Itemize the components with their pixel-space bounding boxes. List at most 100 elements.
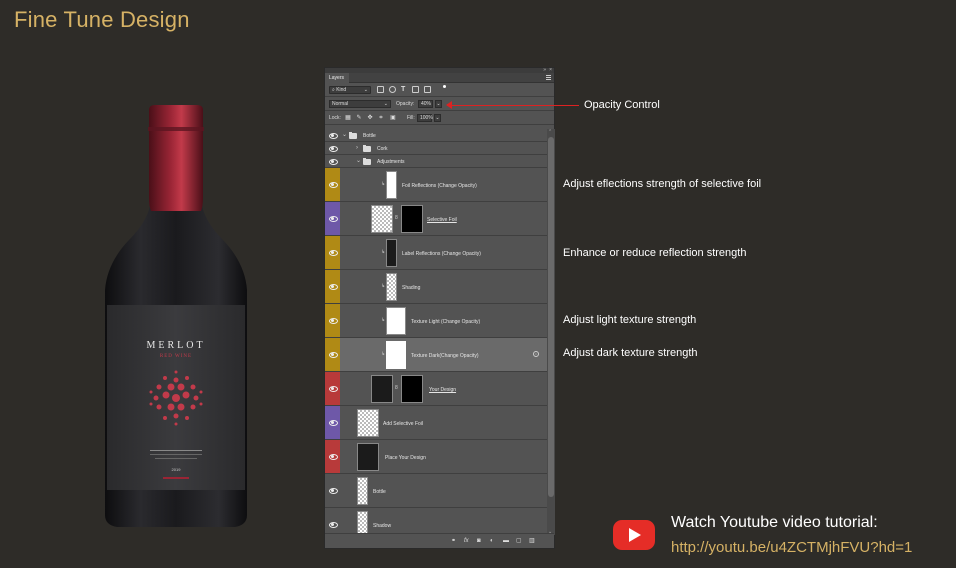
youtube-link[interactable]: http://youtu.be/u4ZCTMjhFVU?hd=1: [671, 539, 912, 556]
layer-row-add-selective-foil[interactable]: Add Selective Foil: [325, 406, 547, 440]
layer-name: Bottle: [363, 133, 376, 139]
page-title: Fine Tune Design: [14, 7, 190, 32]
eye-icon[interactable]: [329, 487, 338, 494]
blend-mode-select[interactable]: Normal ⌄: [329, 100, 391, 108]
eye-icon[interactable]: [329, 145, 338, 152]
clip-arrow-icon: ↳: [381, 317, 386, 323]
layer-thumbnail: [357, 409, 379, 437]
layer-name: Bottle: [373, 489, 386, 495]
layer-row-selective-foil[interactable]: 8 Selective Foil: [325, 202, 547, 236]
smart-object-filter-icon[interactable]: [424, 86, 431, 93]
layer-name: Shadow: [373, 523, 392, 529]
lock-artboard-icon[interactable]: ⌗: [378, 115, 384, 121]
adjustment-icon[interactable]: ◐: [490, 538, 494, 544]
layer-name: Adjustments: [377, 159, 405, 165]
chevron-down-icon: ⌄: [383, 101, 388, 107]
layer-row-adjustments[interactable]: ⌄ Adjustments: [325, 155, 547, 168]
eye-icon[interactable]: [329, 419, 338, 426]
eye-icon[interactable]: [329, 158, 338, 165]
folder-icon: [363, 145, 371, 152]
fill-input[interactable]: 100%: [417, 114, 433, 122]
chain-link-icon[interactable]: 8: [395, 215, 398, 221]
fill-dropdown-icon[interactable]: ⌄: [434, 114, 441, 122]
layer-thumbnail: [386, 307, 406, 335]
chain-link-icon[interactable]: 8: [395, 385, 398, 391]
blend-row: Normal ⌄ Opacity: 40% ⌄: [325, 97, 554, 111]
layer-name: Add Selective Foil: [383, 421, 424, 427]
kind-filter-select[interactable]: ⌕ Kind ⌄: [329, 86, 371, 94]
youtube-icon[interactable]: [613, 520, 655, 550]
layer-row-texture-dark[interactable]: ↳ Texture Dark(Change Opacity) •: [325, 338, 547, 372]
shape-filter-icon[interactable]: [412, 86, 419, 93]
layer-name: Texture Dark(Change Opacity): [411, 353, 479, 359]
adjustment-filter-icon[interactable]: [389, 86, 396, 93]
opacity-dropdown-icon[interactable]: ⌄: [435, 100, 442, 108]
bottle-brand: MERLOT: [146, 340, 205, 351]
layers-footer: ⚭ fx ◙ ◐ ▬ ▢ ▥: [325, 533, 554, 548]
eye-icon[interactable]: [329, 521, 338, 528]
layer-row-label-reflections[interactable]: ↳ Label Reflections (Change Opacity): [325, 236, 547, 270]
opacity-input[interactable]: 40%: [418, 100, 433, 108]
pixel-filter-icon[interactable]: [377, 86, 384, 93]
folder-icon: [349, 132, 357, 139]
fill-label: Fill:: [407, 115, 415, 121]
layer-effects-icon[interactable]: •: [533, 351, 539, 357]
lock-row: Lock: ▦ ✎ ✥ ⌗ ▣ Fill: 100% ⌄: [325, 111, 554, 125]
type-filter-icon[interactable]: T: [401, 86, 408, 93]
annotation-foil: Adjust eflections strength of selective …: [563, 178, 762, 190]
layer-name: Texture Light (Change Opacity): [411, 319, 481, 325]
bottle-year: 2019: [172, 467, 182, 472]
arrow-line: [448, 105, 579, 106]
layer-name: Cork: [377, 146, 388, 152]
layer-row-bottle[interactable]: Bottle: [325, 474, 547, 508]
layer-thumbnail: [357, 443, 379, 471]
layer-list: ⌄ Bottle › Cork ⌄ Adjustments ↳ Foil Ref…: [325, 129, 547, 535]
eye-icon[interactable]: [329, 283, 338, 290]
new-layer-icon[interactable]: ▢: [516, 538, 522, 544]
mask-icon[interactable]: ◙: [477, 538, 481, 544]
eye-icon[interactable]: [329, 317, 338, 324]
eye-icon[interactable]: [329, 249, 338, 256]
layer-row-texture-light[interactable]: ↳ Texture Light (Change Opacity): [325, 304, 547, 338]
mask-thumbnail: [401, 375, 423, 403]
chevron-down-icon[interactable]: ⌄: [356, 158, 361, 164]
eye-icon[interactable]: [329, 215, 338, 222]
lock-label: Lock:: [329, 115, 341, 121]
clip-arrow-icon: ↳: [381, 351, 386, 357]
layers-scrollbar[interactable]: ⌃ ⌄: [547, 129, 555, 535]
layer-row-your-design[interactable]: 8 Your Design: [325, 372, 547, 406]
layer-name: Foil Reflections (Change Opacity): [402, 183, 477, 189]
lock-move-icon[interactable]: ✥: [367, 115, 373, 121]
eye-icon[interactable]: [329, 385, 338, 392]
folder-icon: [363, 158, 371, 165]
layer-row-foil-reflections[interactable]: ↳ Foil Reflections (Change Opacity): [325, 168, 547, 202]
trash-icon[interactable]: ▥: [529, 538, 535, 544]
layer-row-place-your-design[interactable]: Place Your Design: [325, 440, 547, 474]
layer-row-cork[interactable]: › Cork: [325, 142, 547, 155]
chevron-right-icon[interactable]: ›: [356, 145, 358, 151]
clip-arrow-icon: ↳: [381, 249, 386, 255]
lock-all-icon[interactable]: ▣: [390, 115, 396, 121]
fx-icon[interactable]: fx: [464, 538, 469, 544]
lock-transparent-icon[interactable]: ▦: [345, 115, 351, 121]
kind-label: Kind: [336, 87, 347, 93]
annotation-reflection: Enhance or reduce reflection strength: [563, 247, 747, 259]
eye-icon[interactable]: [329, 181, 338, 188]
layer-thumbnail: [386, 341, 406, 369]
layer-row-bottle-group[interactable]: ⌄ Bottle: [325, 129, 547, 142]
eye-icon[interactable]: [329, 453, 338, 460]
tab-layers[interactable]: Layers: [325, 73, 349, 83]
scroll-up-icon[interactable]: ⌃: [548, 129, 552, 135]
panel-menu-icon[interactable]: [546, 75, 551, 80]
link-icon[interactable]: ⚭: [451, 538, 456, 544]
eye-icon[interactable]: [329, 132, 338, 139]
chevron-down-icon[interactable]: ⌄: [342, 132, 347, 138]
eye-icon[interactable]: [329, 351, 338, 358]
filter-row: ⌕ Kind ⌄ T: [325, 83, 554, 97]
lock-brush-icon[interactable]: ✎: [356, 115, 362, 121]
filter-toggle-icon[interactable]: [443, 85, 446, 88]
scroll-thumb[interactable]: [548, 137, 554, 497]
layer-row-shading[interactable]: ↳ Shading: [325, 270, 547, 304]
layer-row-shadow[interactable]: Shadow: [325, 508, 547, 535]
folder-icon[interactable]: ▬: [503, 538, 509, 544]
